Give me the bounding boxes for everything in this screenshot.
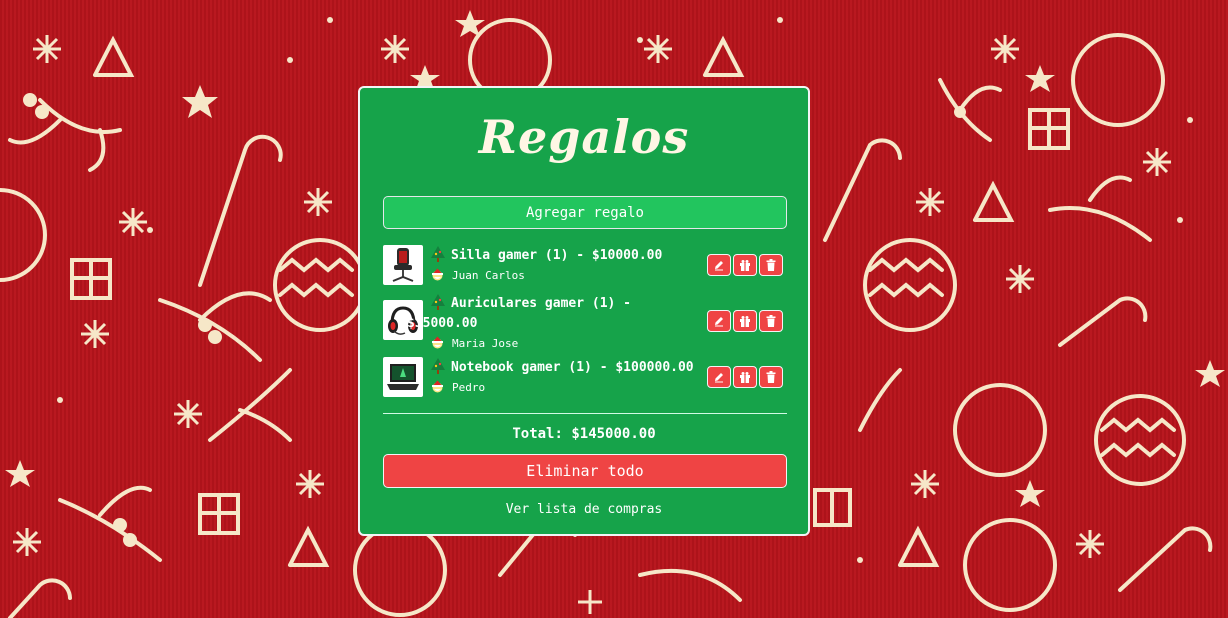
gift-price: $35000.00 xyxy=(407,316,478,331)
delete-button[interactable] xyxy=(759,310,783,332)
gift-actions xyxy=(707,310,785,332)
edit-button[interactable] xyxy=(707,310,731,332)
gift-title: Auriculares gamer (1) - xyxy=(451,296,632,311)
duplicate-button[interactable] xyxy=(733,366,757,388)
delete-button[interactable] xyxy=(759,366,783,388)
gift-icon xyxy=(740,316,750,327)
gaming-laptop-image xyxy=(383,357,423,397)
tree-icon xyxy=(431,294,445,310)
pencil-icon xyxy=(715,373,723,383)
gift-list-item: Silla gamer (1) - $10000.00 Juan Carlos xyxy=(383,245,787,287)
gift-icon xyxy=(740,372,750,383)
gift-recipient: Juan Carlos xyxy=(452,269,525,282)
gaming-chair-image xyxy=(383,245,423,285)
santa-icon xyxy=(432,380,443,393)
total-amount: Total: $145000.00 xyxy=(512,426,656,442)
gift-details: Silla gamer (1) - $10000.00 Juan Carlos xyxy=(431,246,662,286)
santa-icon xyxy=(432,268,443,281)
edit-button[interactable] xyxy=(707,254,731,276)
gift-recipient: Pedro xyxy=(452,381,486,394)
duplicate-button[interactable] xyxy=(733,310,757,332)
gift-title: Notebook gamer (1) - $100000.00 xyxy=(451,360,694,375)
santa-icon xyxy=(432,336,443,349)
edit-button[interactable] xyxy=(707,366,731,388)
gift-list-item: Notebook gamer (1) - $100000.00 Pedro xyxy=(383,357,787,399)
delete-button[interactable] xyxy=(759,254,783,276)
gift-list-item: Auriculares gamer (1) - $35000.00 Maria … xyxy=(383,293,787,353)
delete-all-button[interactable]: Eliminar todo xyxy=(383,454,787,488)
duplicate-button[interactable] xyxy=(733,254,757,276)
divider xyxy=(383,413,787,414)
tree-icon xyxy=(431,358,445,374)
add-gift-button[interactable]: Agregar regalo xyxy=(383,196,787,229)
trash-icon xyxy=(766,371,776,383)
gift-details: Auriculares gamer (1) - $35000.00 Maria … xyxy=(407,294,701,354)
tree-icon xyxy=(431,246,445,262)
pencil-icon xyxy=(715,317,723,327)
trash-icon xyxy=(766,315,776,327)
trash-icon xyxy=(766,259,776,271)
gifts-card: Regalos Agregar regalo Silla gamer (1) -… xyxy=(358,86,810,536)
shopping-list-link[interactable]: Ver lista de compras xyxy=(360,502,808,517)
gift-actions xyxy=(707,366,785,388)
page-title: Regalos xyxy=(478,110,690,164)
gift-title: Silla gamer (1) - $10000.00 xyxy=(451,248,663,263)
gift-recipient: Maria Jose xyxy=(452,337,519,350)
gift-details: Notebook gamer (1) - $100000.00 Pedro xyxy=(431,358,694,398)
pencil-icon xyxy=(715,261,723,271)
gift-actions xyxy=(707,254,785,276)
gift-icon xyxy=(740,260,750,271)
